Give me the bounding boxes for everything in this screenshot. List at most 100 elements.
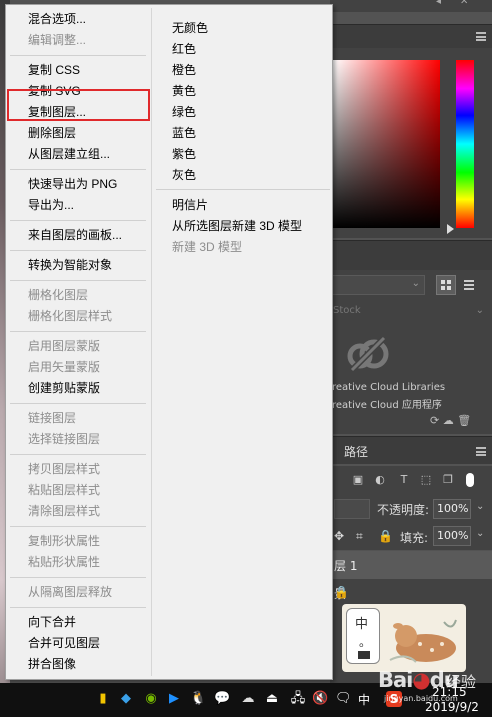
- menu-separator: [10, 169, 146, 170]
- menu-separator: [156, 189, 330, 190]
- network-tray-icon[interactable]: 🖧: [290, 691, 306, 707]
- panel-menu-icon[interactable]: [476, 32, 486, 41]
- menu-item-export-as[interactable]: 导出为...: [28, 195, 74, 215]
- color-panel: [330, 48, 492, 238]
- type-filter-icon[interactable]: T: [398, 474, 410, 486]
- usb-tray-icon[interactable]: ⏏: [264, 691, 280, 707]
- menu-separator: [10, 55, 146, 56]
- menu-item-red[interactable]: 红色: [172, 39, 196, 59]
- menu-item-violet[interactable]: 紫色: [172, 144, 196, 164]
- menu-item-flatten-image[interactable]: 拼合图像: [28, 654, 76, 674]
- library-search[interactable]: Stock ⌄: [330, 300, 492, 326]
- menu-item-paste-shape-attributes[interactable]: 粘贴形状属性: [28, 552, 100, 572]
- menu-item-edit-adjustment[interactable]: 编辑调整...: [28, 30, 86, 50]
- menu-item-rasterize-layer-style[interactable]: 栅格化图层样式: [28, 306, 112, 326]
- menu-item-copy-css[interactable]: 复制 CSS: [28, 60, 80, 80]
- menu-item-orange[interactable]: 橙色: [172, 60, 196, 80]
- layer-row[interactable]: 层 1: [330, 551, 492, 579]
- menu-item-green[interactable]: 绿色: [172, 102, 196, 122]
- nvidia-tray-icon[interactable]: ◉: [143, 691, 159, 707]
- menu-item-blending-options[interactable]: 混合选项...: [28, 9, 86, 29]
- menu-item-merge-visible[interactable]: 合并可见图层: [28, 633, 100, 653]
- blend-mode-select[interactable]: [334, 499, 370, 519]
- cc-message-line-2: reative Cloud 应用程序: [332, 400, 442, 411]
- fawn-illustration: [389, 619, 457, 663]
- trash-icon[interactable]: 🗑: [457, 414, 471, 427]
- color-panel-header: [330, 24, 492, 48]
- hue-slider[interactable]: [456, 60, 474, 228]
- menu-item-rasterize-layer[interactable]: 栅格化图层: [28, 285, 88, 305]
- menu-separator: [10, 331, 146, 332]
- layers-panel-tabs: 路径: [330, 436, 492, 464]
- menu-item-quick-export-png[interactable]: 快速导出为 PNG: [28, 174, 117, 194]
- layer-name: 层 1: [334, 559, 358, 573]
- fill-input[interactable]: 100%: [433, 526, 471, 546]
- menu-item-paste-layer-style[interactable]: 粘贴图层样式: [28, 480, 100, 500]
- volume-muted-icon[interactable]: 🔇: [312, 691, 328, 707]
- panel-collapse-icon[interactable]: ◂: [436, 0, 441, 7]
- menu-item-create-clipping-mask[interactable]: 创建剪贴蒙版: [28, 378, 100, 398]
- lock-position-icon[interactable]: ✥: [334, 529, 344, 543]
- menu-separator: [10, 607, 146, 608]
- chevron-down-icon[interactable]: ⌄: [476, 501, 484, 512]
- menu-item-gray[interactable]: 灰色: [172, 165, 196, 185]
- image-filter-icon[interactable]: ▣: [352, 474, 364, 486]
- sync-icon[interactable]: ⟳: [430, 414, 439, 427]
- menu-item-copy-layer-style[interactable]: 拷贝图层样式: [28, 459, 100, 479]
- menu-item-link-layers[interactable]: 链接图层: [28, 408, 76, 428]
- app-tray-icon[interactable]: ◆: [118, 691, 134, 707]
- cc-message-line-1: reative Cloud Libraries: [332, 382, 446, 393]
- notification-icon[interactable]: 🗨: [335, 691, 352, 707]
- paw-icon: ◕: [412, 668, 430, 692]
- player-tray-icon[interactable]: ▶: [166, 691, 182, 707]
- menu-item-convert-smart-object[interactable]: 转换为智能对象: [28, 255, 112, 275]
- menu-item-new-3d-from-selected[interactable]: 从所选图层新建 3D 模型: [172, 216, 302, 236]
- smart-object-filter-icon[interactable]: ❐: [442, 474, 454, 486]
- color-picker-field[interactable]: [333, 60, 440, 228]
- tab-paths[interactable]: 路径: [344, 443, 368, 460]
- menu-item-select-linked-layers[interactable]: 选择链接图层: [28, 429, 100, 449]
- ime-indicator[interactable]: 中: [358, 691, 370, 708]
- menu-separator: [10, 454, 146, 455]
- wechat-tray-icon[interactable]: 💬: [214, 691, 230, 707]
- opacity-label: 不透明度:: [377, 503, 430, 517]
- menu-item-blue[interactable]: 蓝色: [172, 123, 196, 143]
- menu-item-enable-vector-mask[interactable]: 启用矢量蒙版: [28, 357, 100, 377]
- sticker-bubble: 中 。: [346, 608, 380, 664]
- security-tray-icon[interactable]: ▮: [95, 691, 111, 707]
- opacity-input[interactable]: 100%: [433, 499, 471, 519]
- lock-artboard-icon[interactable]: ⌗: [356, 529, 363, 544]
- list-view-icon[interactable]: [464, 280, 474, 290]
- panel-menu-icon[interactable]: [476, 447, 486, 456]
- menu-item-merge-down[interactable]: 向下合并: [28, 612, 76, 632]
- library-select[interactable]: ⌄: [330, 275, 425, 295]
- panel-close-icon[interactable]: ✕: [460, 0, 468, 7]
- menu-item-group-from-layers[interactable]: 从图层建立组...: [28, 144, 110, 164]
- menu-item-no-color[interactable]: 无颜色: [172, 18, 208, 38]
- sticker-shirt: [358, 651, 370, 659]
- lock-all-icon[interactable]: 🔒: [378, 529, 393, 543]
- shape-filter-icon[interactable]: ⬚: [420, 474, 432, 486]
- cloud-drive-tray-icon[interactable]: ☁: [240, 691, 256, 707]
- menu-item-delete-layer[interactable]: 删除图层: [28, 123, 76, 143]
- cloud-icon[interactable]: ☁: [443, 414, 454, 427]
- filter-toggle-icon[interactable]: [466, 473, 474, 487]
- menu-item-postcard[interactable]: 明信片: [172, 195, 208, 215]
- menu-item-yellow[interactable]: 黄色: [172, 81, 196, 101]
- qq-tray-icon[interactable]: 🐧: [190, 691, 206, 707]
- menu-item-enable-layer-mask[interactable]: 启用图层蒙版: [28, 336, 100, 356]
- menu-item-release-from-isolation[interactable]: 从隔离图层释放: [28, 582, 112, 602]
- chevron-down-icon: ⌄: [475, 305, 484, 316]
- creative-cloud-offline-icon: [347, 335, 389, 373]
- hue-slider-handle[interactable]: [447, 224, 454, 234]
- library-search-placeholder: Stock: [333, 305, 361, 316]
- chevron-down-icon: ⌄: [411, 278, 420, 289]
- menu-item-artboard-from-layers[interactable]: 来自图层的画板...: [28, 225, 122, 245]
- menu-item-new-3d-model[interactable]: 新建 3D 模型: [172, 237, 242, 257]
- grid-view-icon[interactable]: [436, 275, 456, 295]
- menu-item-copy-shape-attributes[interactable]: 复制形状属性: [28, 531, 100, 551]
- menu-item-clear-layer-style[interactable]: 清除图层样式: [28, 501, 100, 521]
- chevron-down-icon[interactable]: ⌄: [476, 528, 484, 539]
- adjustment-filter-icon[interactable]: ◐: [374, 474, 386, 486]
- layer-row[interactable]: 景 🔒: [330, 579, 492, 607]
